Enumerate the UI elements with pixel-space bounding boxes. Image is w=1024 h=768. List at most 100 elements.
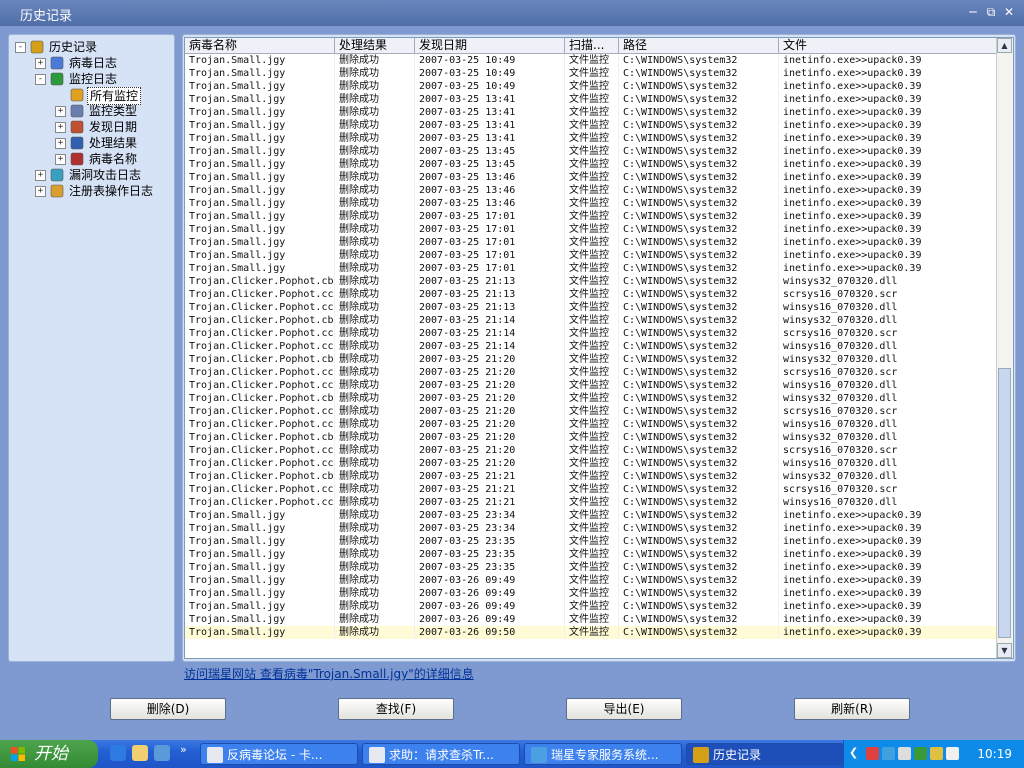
table-row[interactable]: Trojan.Small.jgy 删除成功 2007-03-25 23:35 文件监控… [185,548,997,561]
rising-tray-icon[interactable] [866,747,879,760]
table-row[interactable]: Trojan.Clicker.Pophot.cb 删除成功 2007-03-25 2… [185,353,997,366]
table-row[interactable]: Trojan.Small.jgy 删除成功 2007-03-25 13:46 文件监控… [185,171,997,184]
column-header[interactable]: 发现日期 [415,38,565,53]
table-cell: 删除成功 [335,184,415,197]
ime-icon[interactable] [946,747,959,760]
column-header[interactable]: 文件 [779,38,997,53]
table-row[interactable]: Trojan.Clicker.Pophot.cc 删除成功 2007-03-25 2… [185,483,997,496]
table-row[interactable]: Trojan.Clicker.Pophot.cb 删除成功 2007-03-25 2… [185,275,997,288]
vertical-scrollbar[interactable]: ▲ ▼ [996,38,1013,658]
table-cell: C:\WINDOWS\system32 [619,366,779,379]
table-row[interactable]: Trojan.Clicker.Pophot.cc 删除成功 2007-03-25 2… [185,418,997,431]
scroll-thumb[interactable] [998,368,1011,638]
table-row[interactable]: Trojan.Small.jgy 删除成功 2007-03-26 09:49 文件监控… [185,600,997,613]
table-row[interactable]: Trojan.Small.jgy 删除成功 2007-03-25 23:35 文件监控… [185,535,997,548]
table-row[interactable]: Trojan.Small.jgy 删除成功 2007-03-26 09:49 文件监控… [185,613,997,626]
table-row[interactable]: Trojan.Small.jgy 删除成功 2007-03-25 13:41 文件监控… [185,106,997,119]
table-row[interactable]: Trojan.Clicker.Pophot.cb 删除成功 2007-03-25 2… [185,431,997,444]
table-row[interactable]: Trojan.Small.jgy 删除成功 2007-03-25 13:46 文件监控… [185,184,997,197]
expand-icon[interactable]: + [35,170,46,181]
log-table: 病毒名称 处理结果 发现日期 扫描... 路径 文件 Trojan.Small.jgy 删除… [184,37,1014,659]
expand-icon[interactable]: + [35,58,46,69]
delete-button[interactable]: 删除(D) [110,698,226,720]
table-row[interactable]: Trojan.Clicker.Pophot.cc 删除成功 2007-03-25 2… [185,366,997,379]
folder-icon[interactable] [132,745,148,761]
column-header[interactable]: 处理结果 [335,38,415,53]
table-row[interactable]: Trojan.Small.jgy 删除成功 2007-03-25 13:41 文件监控… [185,93,997,106]
table-row[interactable]: Trojan.Small.jgy 删除成功 2007-03-25 17:01 文件监控… [185,262,997,275]
tree-node-label: 病毒名称 [89,152,138,166]
taskbar-button[interactable]: 反病毒论坛 - 卡... [200,743,358,765]
taskbar-button[interactable]: 历史记录 [686,743,844,765]
expand-icon[interactable]: + [55,122,66,133]
title-bar[interactable]: 历史记录 ─ ⧉ ✕ [0,0,1024,26]
table-row[interactable]: Trojan.Clicker.Pophot.cc 删除成功 2007-03-25 2… [185,457,997,470]
umbrella-tray-icon[interactable] [914,747,927,760]
start-button[interactable]: 开始 [0,740,98,768]
table-row[interactable]: Trojan.Small.jgy 删除成功 2007-03-25 13:45 文件监控… [185,158,997,171]
table-row[interactable]: Trojan.Small.jgy 删除成功 2007-03-26 09:49 文件监控… [185,574,997,587]
export-button[interactable]: 导出(E) [566,698,682,720]
table-row[interactable]: Trojan.Small.jgy 删除成功 2007-03-25 17:01 文件监控… [185,210,997,223]
table-row[interactable]: Trojan.Small.jgy 删除成功 2007-03-25 23:34 文件监控… [185,522,997,535]
collapse-icon[interactable]: - [35,74,46,85]
table-row[interactable]: Trojan.Clicker.Pophot.cc 删除成功 2007-03-25 2… [185,340,997,353]
table-row[interactable]: Trojan.Clicker.Pophot.cc 删除成功 2007-03-25 2… [185,496,997,509]
quicklaunch-chevron-icon[interactable]: » [180,743,187,756]
table-row[interactable]: Trojan.Clicker.Pophot.cc 删除成功 2007-03-25 2… [185,327,997,340]
expand-icon[interactable]: + [55,138,66,149]
find-button[interactable]: 查找(F) [338,698,454,720]
table-row[interactable]: Trojan.Small.jgy 删除成功 2007-03-25 13:41 文件监控… [185,132,997,145]
table-row[interactable]: Trojan.Small.jgy 删除成功 2007-03-25 23:34 文件监控… [185,509,997,522]
table-row[interactable]: Trojan.Clicker.Pophot.cc 删除成功 2007-03-25 2… [185,405,997,418]
table-cell: C:\WINDOWS\system32 [619,353,779,366]
table-row[interactable]: Trojan.Small.jgy 删除成功 2007-03-25 10:49 文件监控… [185,54,997,67]
taskbar-button[interactable]: 求助：请求查杀Tr... [362,743,520,765]
expand-icon[interactable]: + [55,106,66,117]
table-row[interactable]: Trojan.Clicker.Pophot.cc 删除成功 2007-03-25 2… [185,444,997,457]
table-row[interactable]: Trojan.Clicker.Pophot.cb 删除成功 2007-03-25 2… [185,314,997,327]
table-row[interactable]: Trojan.Small.jgy 删除成功 2007-03-25 23:35 文件监控… [185,561,997,574]
network-icon[interactable] [882,747,895,760]
column-header[interactable]: 病毒名称 [185,38,335,53]
table-cell: 删除成功 [335,327,415,340]
taskbar-button[interactable]: 瑞星专家服务系统... [524,743,682,765]
table-cell: 2007-03-25 21:20 [415,366,565,379]
table-row[interactable]: Trojan.Clicker.Pophot.cc 删除成功 2007-03-25 2… [185,379,997,392]
tray-expand-icon[interactable]: ❮ [849,746,858,759]
table-row[interactable]: Trojan.Clicker.Pophot.cb 删除成功 2007-03-25 2… [185,470,997,483]
virus-info-link[interactable]: 访问瑞星网站 查看病毒"Trojan.Small.jgy"的详细信息 [184,665,474,682]
media-icon[interactable] [154,745,170,761]
table-row[interactable]: Trojan.Small.jgy 删除成功 2007-03-25 10:49 文件监控… [185,80,997,93]
monitor-tray-icon[interactable] [898,747,911,760]
table-row[interactable]: Trojan.Small.jgy 删除成功 2007-03-25 17:01 文件监控… [185,236,997,249]
ie-icon[interactable] [110,745,126,761]
minimize-icon[interactable]: ─ [966,5,980,19]
restore-icon[interactable]: ⧉ [984,5,998,19]
table-row[interactable]: Trojan.Small.jgy 删除成功 2007-03-25 17:01 文件监控… [185,249,997,262]
table-cell: inetinfo.exe>>upack0.39 [779,587,997,600]
column-header[interactable]: 扫描... [565,38,619,53]
table-row[interactable]: Trojan.Small.jgy 删除成功 2007-03-25 13:45 文件监控… [185,145,997,158]
table-row[interactable]: Trojan.Clicker.Pophot.cc 删除成功 2007-03-25 2… [185,301,997,314]
table-row[interactable]: Trojan.Small.jgy 删除成功 2007-03-25 13:46 文件监控… [185,197,997,210]
refresh-button[interactable]: 刷新(R) [794,698,910,720]
table-row[interactable]: Trojan.Small.jgy 删除成功 2007-03-25 13:41 文件监控… [185,119,997,132]
close-icon[interactable]: ✕ [1002,5,1016,19]
scroll-up-icon[interactable]: ▲ [997,38,1012,53]
table-cell: 2007-03-25 23:34 [415,522,565,535]
table-row[interactable]: Trojan.Small.jgy 删除成功 2007-03-26 09:50 文件监控… [185,626,997,639]
table-cell: 删除成功 [335,366,415,379]
table-row[interactable]: Trojan.Clicker.Pophot.cb 删除成功 2007-03-25 2… [185,392,997,405]
expand-icon[interactable]: + [55,154,66,165]
scroll-down-icon[interactable]: ▼ [997,643,1012,658]
table-cell: 删除成功 [335,379,415,392]
table-row[interactable]: Trojan.Small.jgy 删除成功 2007-03-25 10:49 文件监控… [185,67,997,80]
volume-icon[interactable] [930,747,943,760]
table-row[interactable]: Trojan.Small.jgy 删除成功 2007-03-25 17:01 文件监控… [185,223,997,236]
column-header[interactable]: 路径 [619,38,779,53]
table-row[interactable]: Trojan.Small.jgy 删除成功 2007-03-26 09:49 文件监控… [185,587,997,600]
expand-icon[interactable]: + [35,186,46,197]
collapse-icon[interactable]: - [15,42,26,53]
table-row[interactable]: Trojan.Clicker.Pophot.cc 删除成功 2007-03-25 2… [185,288,997,301]
